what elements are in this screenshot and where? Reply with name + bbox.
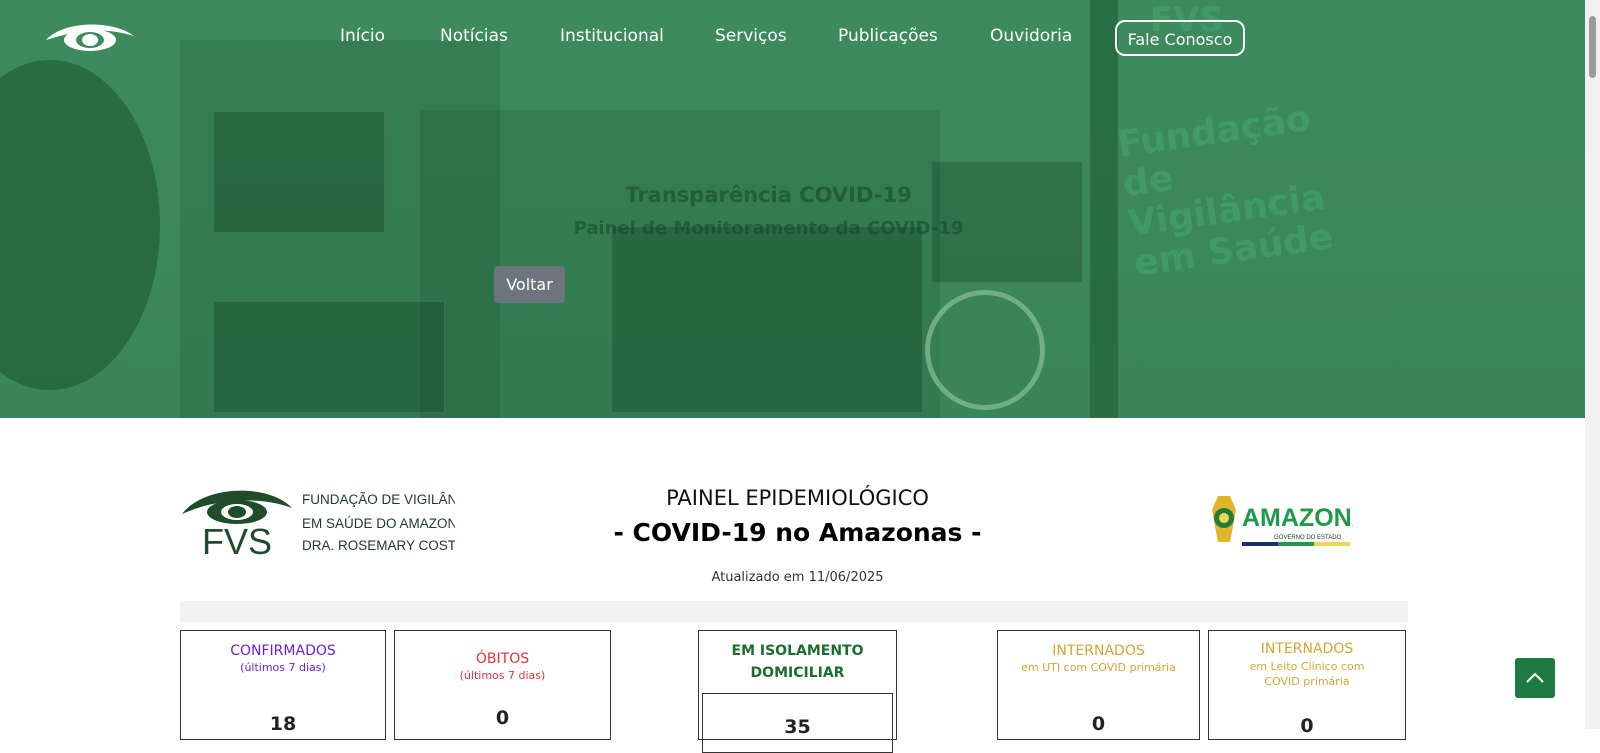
panel-title: - COVID-19 no Amazonas - <box>613 518 982 547</box>
nav-item-institucional[interactable]: Institucional <box>560 26 664 46</box>
eye-icon[interactable] <box>44 18 136 59</box>
card-value: 0 <box>495 707 510 729</box>
card-title: INTERNADOS <box>1052 643 1145 659</box>
card-value: 18 <box>269 713 297 735</box>
card-subtitle: em Leito Clínico com COVID primária <box>1249 660 1365 688</box>
chevron-up-icon <box>1526 672 1544 683</box>
card-value: 0 <box>1091 713 1106 735</box>
card-value: 35 <box>784 716 811 738</box>
updated-timestamp: Atualizado em 11/06/2025 <box>600 570 995 585</box>
updated-label: Atualizado em <box>711 570 805 585</box>
back-to-top-button[interactable] <box>1515 658 1555 698</box>
back-button[interactable]: Voltar <box>494 266 565 303</box>
card-subtitle: (últimos 7 dias) <box>240 661 326 674</box>
nav-item-noticias[interactable]: Notícias <box>440 26 508 46</box>
deaths-card: ÓBITOS (últimos 7 dias) 0 <box>394 630 611 740</box>
nav-item-ouvidoria[interactable]: Ouvidoria <box>990 26 1072 46</box>
hero-subtitle: Painel de Monitoramento da COVID-19 <box>573 218 964 239</box>
card-subtitle: (últimos 7 dias) <box>459 669 546 682</box>
amazonas-logo-name: AMAZONAS <box>1242 504 1353 532</box>
home-isolation-card: EM ISOLAMENTO DOMICILIAR 35 <box>698 630 897 753</box>
card-value: 0 <box>1300 715 1314 737</box>
icu-hospitalized-card: INTERNADOS em UTI com COVID primária 0 <box>997 630 1200 740</box>
traveler-center-sign <box>925 290 1045 410</box>
top-navigation: Início Notícias Institucional Serviços P… <box>0 0 1585 76</box>
hero-title: Transparência COVID-19 <box>625 183 912 207</box>
panel-heading: PAINEL EPIDEMIOLÓGICO <box>666 486 929 510</box>
card-title: INTERNADOS <box>1260 641 1354 657</box>
fvs-logo-line-3: DRA. ROSEMARY COSTA PINTO <box>302 538 455 553</box>
hero-banner: FVS Fundação de Vigilância em Saúde Iníc… <box>0 0 1585 418</box>
nav-item-publicacoes[interactable]: Publicações <box>838 26 938 46</box>
fvs-logo-line-1: FUNDAÇÃO DE VIGILÂNCIA <box>302 492 455 507</box>
fvs-logo: FVS FUNDAÇÃO DE VIGILÂNCIA EM SAÚDE DO A… <box>180 484 508 562</box>
fvs-logo-initials: FVS <box>202 521 272 556</box>
updated-date: 11/06/2025 <box>808 570 884 585</box>
confirmed-card: CONFIRMADOS (últimos 7 dias) 18 <box>180 630 386 740</box>
nav-item-inicio[interactable]: Início <box>340 26 385 46</box>
card-title: EM ISOLAMENTO DOMICILIAR <box>731 643 864 681</box>
building-window <box>610 225 924 414</box>
building-window <box>212 110 386 234</box>
card-title: ÓBITOS <box>475 651 530 667</box>
contact-button[interactable]: Fale Conosco <box>1115 20 1245 56</box>
panel-divider <box>180 601 1408 622</box>
amazonas-government-logo: AMAZONAS GOVERNO DO ESTADO <box>1198 490 1386 555</box>
isolation-value-box: 35 <box>702 693 893 753</box>
card-title: CONFIRMADOS <box>230 643 336 659</box>
clinical-bed-hospitalized-card: INTERNADOS em Leito Clínico com COVID pr… <box>1208 630 1406 740</box>
nav-item-servicos[interactable]: Serviços <box>715 26 787 46</box>
building-window <box>212 300 446 414</box>
page-scrollbar[interactable] <box>1585 0 1600 729</box>
amazonas-logo-tag: GOVERNO DO ESTADO <box>1274 535 1342 541</box>
scrollbar-thumb[interactable] <box>1589 16 1596 78</box>
card-subtitle: em UTI com COVID primária <box>1021 661 1176 674</box>
fvs-logo-line-2: EM SAÚDE DO AMAZONAS <box>302 516 455 531</box>
